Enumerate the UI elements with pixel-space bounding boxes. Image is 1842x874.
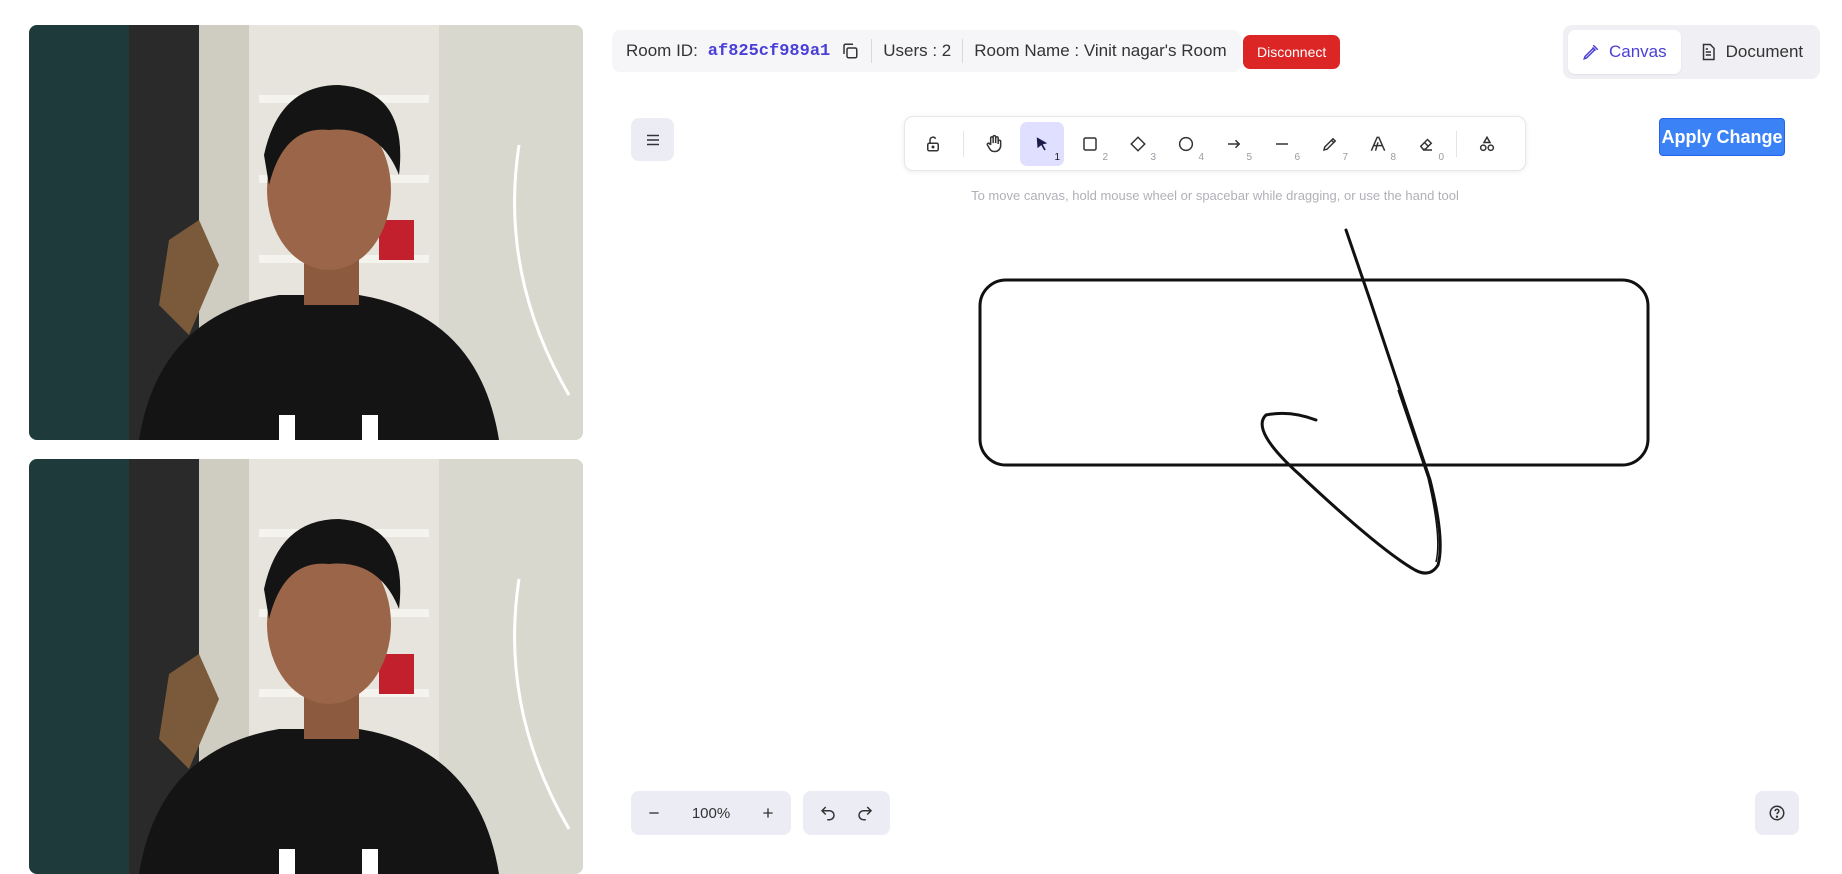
diamond-icon (1130, 135, 1146, 152)
document-icon (1702, 43, 1715, 61)
divider (962, 39, 964, 63)
tool-line[interactable]: 6 (1260, 122, 1304, 166)
help-icon (1769, 805, 1785, 821)
canvas-hint: To move canvas, hold mouse wheel or spac… (971, 188, 1459, 203)
toolbar-divider (1456, 130, 1457, 157)
ellipse-icon (1178, 136, 1194, 151)
hand-icon (986, 134, 1002, 152)
redo-icon (858, 806, 873, 821)
rectangle-icon (1083, 136, 1097, 151)
tool-eraser[interactable]: 0 (1404, 122, 1448, 166)
drawn-rectangle (978, 278, 1650, 467)
apply-change-button[interactable]: Apply Change (1659, 118, 1785, 156)
video-tile-remote (29, 459, 583, 874)
shortcut-key: 4 (1198, 151, 1204, 163)
undo-button[interactable] (813, 798, 843, 828)
freehand-stroke-edge (1397, 389, 1439, 563)
room-info-bar: Room ID: af825cf989a1 Users : 2 Room Nam… (612, 30, 1241, 72)
redo-button[interactable] (850, 798, 880, 828)
tool-rectangle[interactable]: 2 (1068, 122, 1112, 166)
help-button[interactable] (1755, 791, 1799, 835)
tool-ellipse[interactable]: 4 (1164, 122, 1208, 166)
tab-canvas-label: Canvas (1609, 42, 1667, 61)
pen-icon (1583, 44, 1599, 60)
tool-lock[interactable] (911, 122, 955, 166)
shortcut-key: 1 (1054, 151, 1060, 163)
history-controls (803, 791, 890, 835)
hamburger-menu-icon (646, 134, 659, 145)
shortcut-key: 2 (1102, 151, 1108, 163)
users-count: Users : 2 (883, 41, 952, 60)
lock-open-icon (927, 136, 939, 151)
tool-more-shapes[interactable] (1465, 122, 1509, 166)
room-name: Room Name : Vinit nagar's Room (974, 41, 1227, 60)
main-menu-button[interactable] (631, 118, 674, 161)
tool-draw[interactable]: 7 (1308, 122, 1352, 166)
tool-selection[interactable]: 1 (1020, 121, 1064, 166)
toolbar-divider (963, 130, 964, 157)
zoom-out-button[interactable] (639, 798, 669, 828)
tab-canvas[interactable]: Canvas (1568, 30, 1681, 74)
room-id-value: af825cf989a1 (707, 41, 831, 61)
text-icon (1370, 136, 1386, 151)
shortcut-key: 7 (1342, 151, 1348, 163)
tool-text[interactable]: 8 (1356, 122, 1400, 166)
divider (871, 39, 873, 63)
drawing-toolbar: 1 2 3 4 5 6 7 8 0 (904, 116, 1526, 171)
shapes-icon (1479, 135, 1495, 151)
arrow-right-icon (1228, 139, 1241, 148)
zoom-level[interactable]: 100% (692, 805, 730, 822)
undo-icon (820, 806, 835, 821)
tab-document[interactable]: Document (1685, 30, 1817, 74)
shortcut-key: 5 (1246, 151, 1252, 163)
minus-icon (649, 812, 659, 814)
tab-document-label: Document (1725, 42, 1804, 61)
shortcut-key: 6 (1294, 151, 1300, 163)
zoom-controls: 100% (631, 791, 791, 835)
zoom-in-button[interactable] (753, 798, 783, 828)
eraser-icon (1419, 137, 1433, 151)
pencil-icon (1322, 137, 1337, 151)
shortcut-key: 0 (1438, 151, 1444, 163)
room-id-label: Room ID: (626, 41, 698, 60)
pointer-icon (1036, 136, 1048, 150)
copy-icon (843, 43, 858, 59)
shortcut-key: 3 (1150, 151, 1156, 163)
shortcut-key: 8 (1390, 151, 1396, 163)
plus-icon (763, 808, 773, 818)
line-icon (1276, 142, 1288, 145)
webcam-feed (29, 25, 583, 440)
tool-hand[interactable] (972, 122, 1016, 166)
view-switch: Canvas Document (1563, 25, 1820, 79)
webcam-feed (29, 459, 583, 874)
tool-diamond[interactable]: 3 (1116, 122, 1160, 166)
copy-room-id-button[interactable] (840, 41, 860, 61)
video-tile-local (29, 25, 583, 440)
tool-arrow[interactable]: 5 (1212, 122, 1256, 166)
canvas-drawing[interactable] (960, 220, 1660, 590)
disconnect-button[interactable]: Disconnect (1243, 35, 1341, 69)
